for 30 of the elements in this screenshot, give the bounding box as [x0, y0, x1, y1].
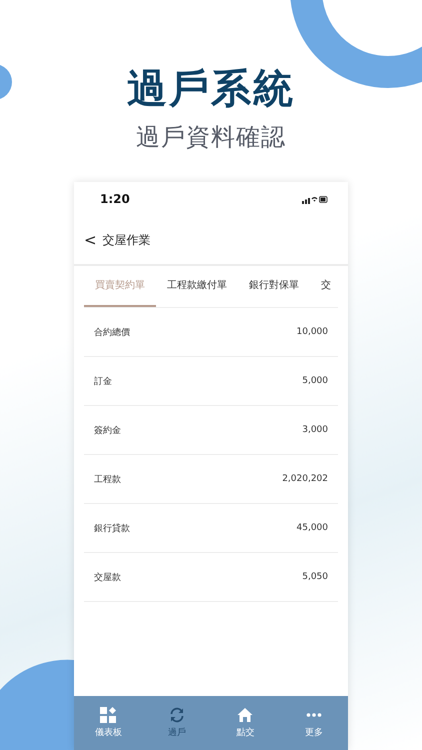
sync-icon: [168, 707, 185, 723]
nav-item[interactable]: 過戶: [152, 707, 202, 739]
row-label: 合約總價: [94, 326, 130, 338]
tab[interactable]: 交: [310, 266, 338, 307]
tab[interactable]: 銀行對保單: [238, 266, 310, 307]
tab[interactable]: 工程款繳付單: [156, 266, 238, 307]
row-label: 工程款: [94, 474, 121, 486]
circle-decoration: [0, 64, 12, 100]
row-value: 2,020,202: [282, 474, 328, 484]
headline-title: 過戶系統: [127, 64, 295, 114]
status-time: 1:20: [100, 192, 130, 206]
row-label: 銀行貸款: [94, 522, 130, 534]
row-value: 5,050: [302, 572, 328, 582]
nav-item[interactable]: 更多: [288, 707, 339, 739]
row-value: 45,000: [296, 523, 328, 533]
screen-title: 交屋作業: [102, 232, 151, 248]
nav-item[interactable]: 點交: [220, 707, 270, 739]
dashboard-icon: [100, 707, 116, 723]
row-value: 3,000: [302, 425, 328, 435]
tab[interactable]: 買賣契約單: [84, 266, 156, 307]
row-label: 簽約金: [94, 424, 121, 436]
row-value: 10,000: [296, 327, 328, 337]
row-value: 5,000: [302, 376, 328, 386]
row-label: 訂金: [94, 376, 112, 388]
headline-subtitle: 過戶資料確認: [136, 122, 286, 152]
home-icon: [237, 707, 254, 723]
back-button[interactable]: <: [84, 231, 97, 249]
status-icons: [302, 194, 328, 204]
row-label: 交屋款: [94, 572, 121, 584]
nav-item[interactable]: 儀表板: [83, 707, 134, 739]
